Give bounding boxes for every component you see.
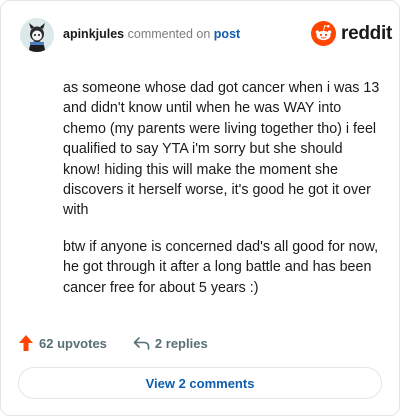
action-text: commented on [127, 27, 211, 41]
comment-body: as someone whose dad got cancer when i w… [63, 78, 383, 314]
upvote-button[interactable]: 62 upvotes [18, 334, 107, 352]
username-link[interactable]: apinkjules [63, 27, 124, 41]
comment-card: apinkjules commented on post reddit as s… [0, 0, 400, 416]
reply-arrow-icon [133, 337, 150, 350]
comment-paragraph: as someone whose dad got cancer when i w… [63, 80, 380, 219]
upvote-count: 62 upvotes [39, 335, 107, 351]
replies-button[interactable]: 2 replies [133, 336, 208, 351]
reddit-snoo-icon [311, 21, 336, 46]
comment-paragraph: btw if anyone is concerned dad's all goo… [63, 238, 379, 296]
comment-footer: 62 upvotes 2 replies [18, 334, 208, 352]
reddit-logo[interactable]: reddit [311, 21, 392, 46]
comment-header: apinkjules commented on post [63, 27, 240, 41]
reddit-wordmark: reddit [341, 22, 392, 44]
replies-count: 2 replies [154, 335, 208, 351]
post-link[interactable]: post [214, 27, 240, 41]
user-avatar[interactable] [20, 18, 54, 52]
upvote-arrow-icon [19, 335, 33, 351]
avatar-icon [20, 18, 54, 52]
view-comments-button[interactable]: View 2 comments [18, 367, 382, 399]
